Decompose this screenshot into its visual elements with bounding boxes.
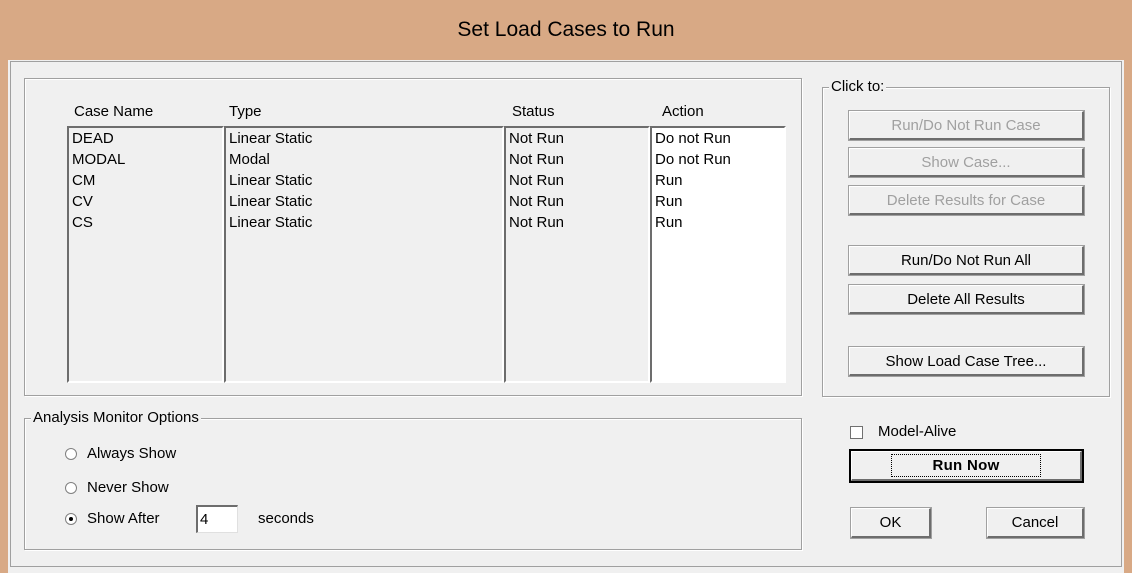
show-load-case-tree-button[interactable]: Show Load Case Tree... (848, 346, 1085, 377)
list-item[interactable]: DEAD (69, 128, 222, 149)
run-now-label: Run Now (891, 454, 1041, 477)
list-item[interactable]: Not Run (506, 212, 648, 233)
list-item[interactable]: Not Run (506, 149, 648, 170)
always-show-label: Always Show (87, 445, 177, 462)
run-do-not-run-all-button[interactable]: Run/Do Not Run All (848, 245, 1085, 276)
seconds-input[interactable]: 4 (196, 505, 238, 533)
type-list[interactable]: Linear Static Modal Linear Static Linear… (224, 126, 504, 383)
seconds-label: seconds (258, 510, 314, 527)
header-action: Action (662, 103, 704, 120)
run-do-not-run-case-button[interactable]: Run/Do Not Run Case (848, 110, 1085, 141)
run-now-button[interactable]: Run Now (849, 449, 1084, 483)
delete-results-for-case-button[interactable]: Delete Results for Case (848, 185, 1085, 216)
list-item[interactable]: Linear Static (226, 212, 502, 233)
never-show-radio[interactable] (65, 481, 77, 494)
always-show-radio[interactable] (65, 447, 77, 460)
model-alive-label: Model-Alive (878, 423, 957, 440)
header-status: Status (512, 103, 555, 120)
list-item[interactable]: Modal (226, 149, 502, 170)
list-item[interactable]: Run (652, 212, 784, 233)
window-frame-left (0, 60, 8, 573)
window-title: Set Load Cases to Run (457, 18, 675, 41)
header-type: Type (229, 103, 262, 120)
never-show-label: Never Show (87, 479, 169, 496)
header-case-name: Case Name (74, 103, 154, 120)
show-after-option[interactable]: Show After (65, 510, 160, 527)
list-item[interactable]: Not Run (506, 191, 648, 212)
action-list[interactable]: Do not Run Do not Run Run Run Run (650, 126, 786, 383)
show-after-radio[interactable] (65, 512, 77, 525)
list-item[interactable]: Linear Static (226, 128, 502, 149)
list-item[interactable]: CV (69, 191, 222, 212)
show-case-button[interactable]: Show Case... (848, 147, 1085, 178)
list-item[interactable]: Linear Static (226, 191, 502, 212)
model-alive-checkbox[interactable] (850, 426, 863, 439)
status-list[interactable]: Not Run Not Run Not Run Not Run Not Run (504, 126, 650, 383)
list-item[interactable]: Run (652, 170, 784, 191)
list-item[interactable]: CS (69, 212, 222, 233)
cancel-button[interactable]: Cancel (986, 507, 1085, 539)
ok-button[interactable]: OK (850, 507, 932, 539)
delete-all-results-button[interactable]: Delete All Results (848, 284, 1085, 315)
list-item[interactable]: Not Run (506, 128, 648, 149)
analysis-monitor-legend: Analysis Monitor Options (31, 409, 201, 426)
list-item[interactable]: Linear Static (226, 170, 502, 191)
always-show-option[interactable]: Always Show (65, 445, 176, 462)
list-item[interactable]: Do not Run (652, 128, 784, 149)
show-after-label: Show After (87, 510, 160, 527)
never-show-option[interactable]: Never Show (65, 479, 169, 496)
list-item[interactable]: CM (69, 170, 222, 191)
title-bar[interactable]: Set Load Cases to Run (0, 0, 1132, 60)
list-item[interactable]: Run (652, 191, 784, 212)
list-item[interactable]: Do not Run (652, 149, 784, 170)
click-to-legend: Click to: (829, 78, 887, 95)
window-frame-right (1124, 60, 1132, 573)
list-item[interactable]: Not Run (506, 170, 648, 191)
case-name-list[interactable]: DEAD MODAL CM CV CS (67, 126, 224, 383)
list-item[interactable]: MODAL (69, 149, 222, 170)
